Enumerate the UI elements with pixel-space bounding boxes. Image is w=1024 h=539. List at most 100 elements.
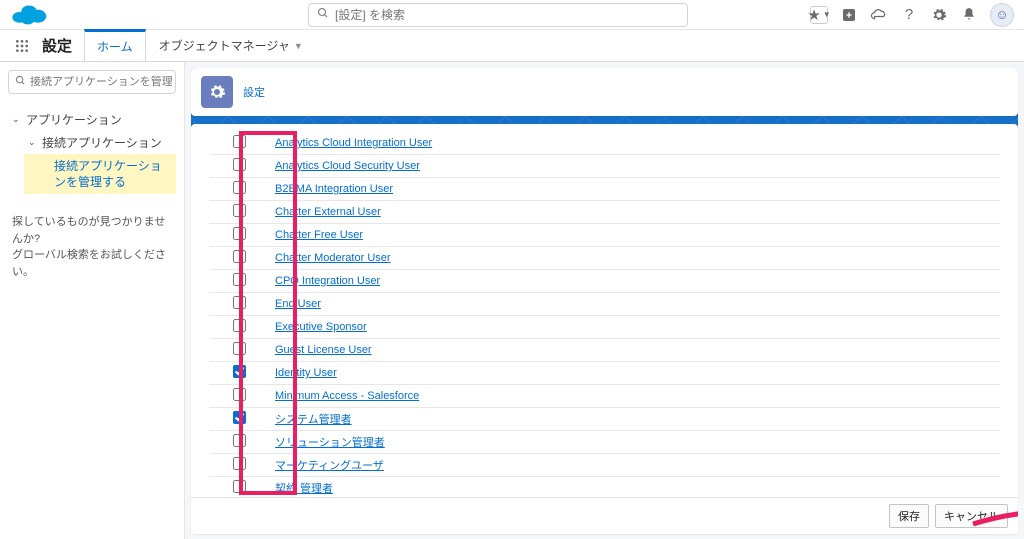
profile-link[interactable]: End User: [275, 298, 321, 310]
profile-checkbox-cell: [209, 178, 269, 201]
salesforce-cloud-icon[interactable]: [870, 6, 888, 24]
chevron-down-icon: ▼: [294, 41, 303, 51]
profile-name-cell: マーケティングユーザ: [269, 454, 1000, 477]
tab-home[interactable]: ホーム: [84, 29, 146, 61]
profile-checkbox[interactable]: [233, 411, 246, 424]
save-button[interactable]: 保存: [889, 504, 929, 528]
help-line: 探しているものが見つかりませんか?: [12, 214, 172, 247]
global-search[interactable]: [308, 3, 688, 27]
tree-node-connected-apps[interactable]: ⌄ 接続アプリケーション: [24, 131, 176, 154]
sidebar-filter-input[interactable]: [30, 76, 172, 88]
profile-checkbox-cell: [209, 224, 269, 247]
search-icon: [15, 75, 26, 89]
profile-link[interactable]: 契約 管理者: [275, 483, 333, 495]
profile-checkbox[interactable]: [233, 365, 246, 378]
profile-link[interactable]: Chatter Moderator User: [275, 252, 391, 264]
profile-checkbox[interactable]: [233, 480, 246, 493]
header-actions: ★ ▼ ? ☺: [810, 3, 1014, 27]
profile-checkbox[interactable]: [233, 319, 246, 332]
profile-link[interactable]: マーケティングユーザ: [275, 460, 384, 472]
table-row: CPQ Integration User: [209, 270, 1000, 293]
user-avatar[interactable]: ☺: [990, 3, 1014, 27]
profile-link[interactable]: システム管理者: [275, 414, 352, 426]
profile-checkbox-cell: [209, 385, 269, 408]
sidebar-filter[interactable]: [8, 70, 176, 94]
table-row: Guest License User: [209, 339, 1000, 362]
profile-link[interactable]: Analytics Cloud Security User: [275, 160, 420, 172]
profile-name-cell: Analytics Cloud Integration User: [269, 132, 1000, 155]
profile-checkbox-cell: [209, 362, 269, 385]
profile-checkbox[interactable]: [233, 434, 246, 447]
profile-link[interactable]: Chatter Free User: [275, 229, 363, 241]
profiles-table-wrap: Analytics Cloud Integration User Analytic…: [191, 124, 1018, 497]
table-row: Minimum Access - Salesforce: [209, 385, 1000, 408]
table-row: システム管理者: [209, 408, 1000, 431]
profile-link[interactable]: Guest License User: [275, 344, 372, 356]
profile-name-cell: Minimum Access - Salesforce: [269, 385, 1000, 408]
tree-node-applications[interactable]: ⌄ アプリケーション: [8, 108, 176, 131]
table-row: Executive Sponsor: [209, 316, 1000, 339]
profile-link[interactable]: ソリューション管理者: [275, 437, 385, 449]
profile-name-cell: Identity User: [269, 362, 1000, 385]
tree-leaf-manage-connected-apps[interactable]: 接続アプリケーションを管理する: [24, 154, 176, 194]
profile-checkbox[interactable]: [233, 273, 246, 286]
profile-checkbox[interactable]: [233, 457, 246, 470]
profile-name-cell: システム管理者: [269, 408, 1000, 431]
notifications-bell-icon[interactable]: [960, 6, 978, 24]
cancel-button[interactable]: キャンセル: [935, 504, 1008, 528]
profile-checkbox[interactable]: [233, 135, 246, 148]
profile-link[interactable]: Minimum Access - Salesforce: [275, 390, 419, 402]
tab-home-label: ホーム: [97, 38, 133, 55]
table-row: マーケティングユーザ: [209, 454, 1000, 477]
favorites-menu[interactable]: ★ ▼: [810, 6, 828, 24]
tab-object-manager[interactable]: オブジェクトマネージャ ▼: [146, 30, 316, 61]
add-icon[interactable]: [840, 6, 858, 24]
table-row: Chatter Free User: [209, 224, 1000, 247]
profile-link[interactable]: Analytics Cloud Integration User: [275, 137, 432, 149]
profile-link[interactable]: Chatter External User: [275, 206, 381, 218]
profile-checkbox[interactable]: [233, 227, 246, 240]
setup-gear-icon[interactable]: [930, 6, 948, 24]
profile-checkbox-cell: [209, 270, 269, 293]
table-row: Analytics Cloud Security User: [209, 155, 1000, 178]
profile-checkbox-cell: [209, 201, 269, 224]
table-row: 契約 管理者: [209, 477, 1000, 498]
profile-link[interactable]: Identity User: [275, 367, 337, 379]
profile-checkbox[interactable]: [233, 342, 246, 355]
chevron-down-icon: ⌄: [28, 137, 38, 148]
profile-name-cell: Guest License User: [269, 339, 1000, 362]
profile-link[interactable]: Executive Sponsor: [275, 321, 367, 333]
profile-link[interactable]: B2BMA Integration User: [275, 183, 393, 195]
app-launcher-icon[interactable]: [8, 30, 36, 61]
tab-object-manager-label: オブジェクトマネージャ: [159, 37, 290, 54]
table-row: End User: [209, 293, 1000, 316]
profile-checkbox[interactable]: [233, 296, 246, 309]
global-search-input[interactable]: [335, 8, 679, 22]
context-nav: 設定 ホーム オブジェクトマネージャ▼: [0, 30, 1024, 62]
profile-checkbox-cell: [209, 155, 269, 178]
main-content: 設定 Analytics Cloud Integration UserAnaly…: [185, 62, 1024, 539]
profile-name-cell: End User: [269, 293, 1000, 316]
setup-sidebar: ⌄ アプリケーション ⌄ 接続アプリケーション 接続アプリケーションを管理する …: [0, 62, 185, 539]
profile-checkbox-cell: [209, 408, 269, 431]
profile-checkbox[interactable]: [233, 204, 246, 217]
profiles-panel: Analytics Cloud Integration User Analytic…: [191, 124, 1018, 534]
sidebar-help-text: 探しているものが見つかりませんか? グローバル検索をお試しください。: [8, 214, 176, 280]
profile-checkbox-cell: [209, 454, 269, 477]
profile-name-cell: B2BMA Integration User: [269, 178, 1000, 201]
profile-checkbox[interactable]: [233, 158, 246, 171]
profile-name-cell: Chatter External User: [269, 201, 1000, 224]
profile-link[interactable]: CPQ Integration User: [275, 275, 380, 287]
profile-checkbox[interactable]: [233, 250, 246, 263]
table-row: Chatter External User: [209, 201, 1000, 224]
profile-name-cell: CPQ Integration User: [269, 270, 1000, 293]
profile-checkbox[interactable]: [233, 388, 246, 401]
profile-checkbox-cell: [209, 247, 269, 270]
salesforce-logo: [10, 3, 48, 27]
profile-name-cell: ソリューション管理者: [269, 431, 1000, 454]
help-icon[interactable]: ?: [900, 6, 918, 24]
profile-checkbox-cell: [209, 431, 269, 454]
profiles-table: Analytics Cloud Integration User Analytic…: [209, 132, 1000, 497]
profile-checkbox[interactable]: [233, 181, 246, 194]
profile-checkbox-cell: [209, 339, 269, 362]
